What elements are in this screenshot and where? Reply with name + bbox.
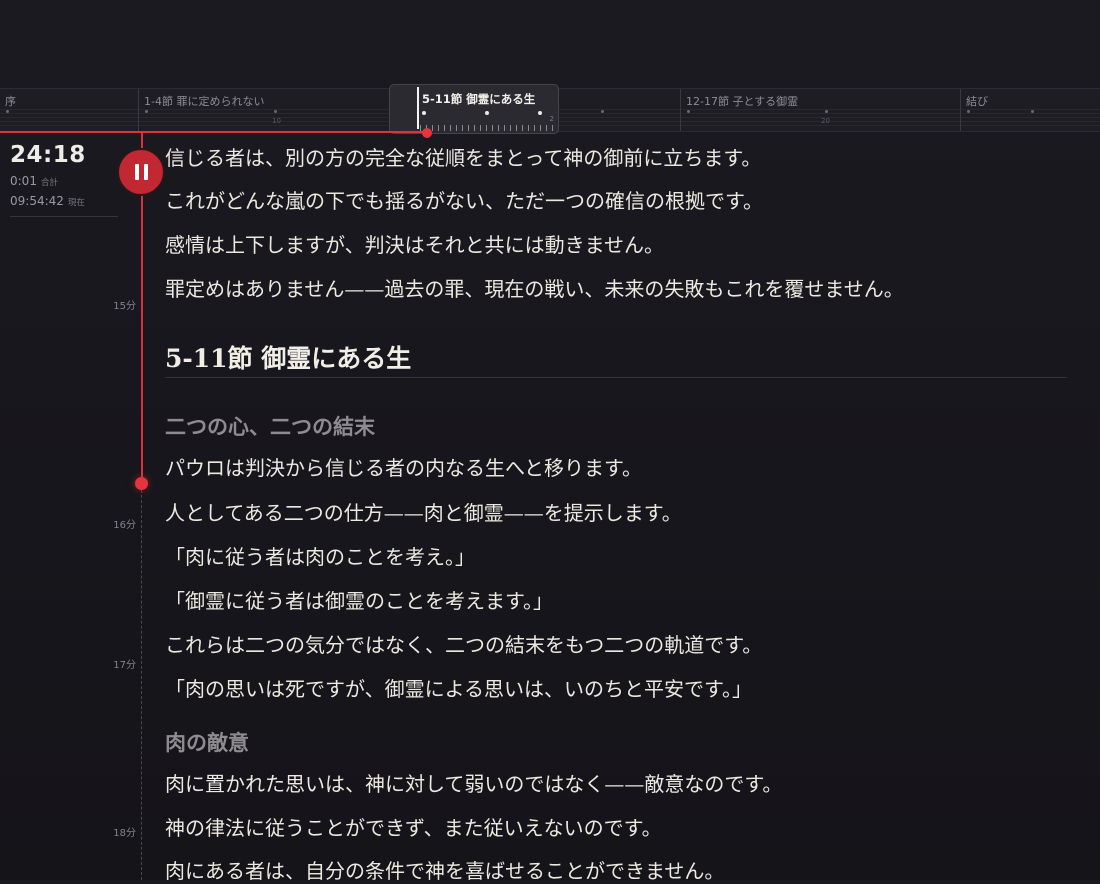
text-line: 肉に置かれた思いは、神に対して弱いのではなく——敵意なのです。 bbox=[165, 772, 783, 796]
segment-marker bbox=[1031, 110, 1034, 113]
text-line: パウロは判決から信じる者の内なる生へと移ります。 bbox=[165, 456, 642, 480]
timeline-segment-conclusion[interactable]: 結び bbox=[960, 89, 1100, 131]
current-time-label: 現在 bbox=[67, 198, 85, 208]
active-segment-label: 5-11節 御霊にある生 bbox=[422, 92, 536, 106]
text-line: これがどんな嵐の下でも揺るがない、ただ一つの確信の根拠です。 bbox=[165, 189, 763, 213]
timeline-playhead[interactable] bbox=[417, 87, 419, 129]
timeline-segment-1-4[interactable]: 1-4節 罪に定められない 10 bbox=[138, 89, 390, 131]
section-title: 5-11節 御霊にある生 bbox=[165, 344, 412, 373]
total-time-label: 合計 bbox=[40, 178, 58, 188]
segment-marker bbox=[274, 110, 277, 113]
text-line: 罪定めはありません——過去の罪、現在の戦い、未来の失敗もこれを覆せません。 bbox=[165, 277, 904, 301]
total-time-value: 0:01 bbox=[10, 174, 37, 188]
subheading: 二つの心、二つの結末 bbox=[165, 414, 375, 439]
pause-icon bbox=[143, 164, 148, 180]
pause-button[interactable] bbox=[117, 148, 165, 196]
clock-divider bbox=[10, 216, 118, 217]
clock-panel: 24:18 0:01 合計 09:54:42 現在 bbox=[10, 142, 120, 217]
current-time-value: 09:54:42 bbox=[10, 194, 64, 208]
timeline-segment-intro[interactable]: 序 bbox=[0, 89, 138, 131]
elapsed-time: 24:18 bbox=[10, 142, 86, 168]
text-line: 神の律法に従うことができず、また従いえないのです。 bbox=[165, 816, 662, 840]
segment-marker bbox=[538, 111, 542, 115]
timeline-progress-bar bbox=[0, 131, 428, 133]
segment-marker bbox=[6, 110, 9, 113]
timeline-scrubber-handle[interactable] bbox=[422, 128, 432, 138]
text-line: 感情は上下しますが、判決はそれと共には動きません。 bbox=[165, 233, 664, 257]
minute-mark: 15分 bbox=[113, 301, 136, 312]
segment-label: 結び bbox=[966, 95, 988, 108]
segment-marker bbox=[601, 110, 604, 113]
text-line: 肉にある者は、自分の条件で神を喜ばせることができません。 bbox=[165, 859, 725, 883]
segment-marker bbox=[485, 111, 489, 115]
minute-mark: 16分 bbox=[113, 520, 136, 531]
segment-marker bbox=[422, 111, 426, 115]
tick-label: 20 bbox=[821, 117, 830, 125]
text-line: 人としてある二つの仕方——肉と御霊——を提示します。 bbox=[165, 501, 682, 525]
timeline-active-segment[interactable]: 5-11節 御霊にある生 2 bbox=[389, 84, 559, 134]
segment-marker bbox=[687, 110, 690, 113]
subheading: 肉の敵意 bbox=[165, 730, 249, 755]
section-divider bbox=[165, 377, 1067, 378]
text-line: 「肉の思いは死ですが、御霊による思いは、いのちと平安です。」 bbox=[165, 677, 752, 701]
text-line: これらは二つの気分ではなく、二つの結末をもつ二つの軌道です。 bbox=[165, 633, 763, 657]
current-time-row: 09:54:42 現在 bbox=[10, 194, 120, 208]
segment-marker bbox=[145, 110, 148, 113]
segment-label: 12-17節 子とする御霊 bbox=[686, 95, 799, 108]
tick-label: 2 bbox=[549, 115, 554, 123]
timeline-segment-12-17[interactable]: 12-17節 子とする御霊 20 bbox=[680, 89, 960, 131]
remaining-rail bbox=[141, 490, 142, 880]
tick-label: 10 bbox=[272, 117, 281, 125]
segment-label: 序 bbox=[5, 95, 16, 108]
minute-mark: 18分 bbox=[113, 828, 136, 839]
total-time-row: 0:01 合計 bbox=[10, 174, 120, 188]
segment-marker bbox=[825, 110, 828, 113]
segment-marker bbox=[967, 110, 970, 113]
current-position-marker[interactable] bbox=[135, 477, 148, 490]
segment-label: 1-4節 罪に定められない bbox=[144, 95, 265, 108]
text-line: 信じる者は、別の方の完全な従順をまとって神の御前に立ちます。 bbox=[165, 146, 762, 170]
timeline-ruler bbox=[420, 125, 554, 131]
text-line: 「肉に従う者は肉のことを考え。」 bbox=[165, 545, 475, 569]
pause-icon bbox=[134, 164, 139, 180]
minute-mark: 17分 bbox=[113, 660, 136, 671]
text-line: 「御霊に従う者は御霊のことを考えます。」 bbox=[165, 589, 553, 613]
